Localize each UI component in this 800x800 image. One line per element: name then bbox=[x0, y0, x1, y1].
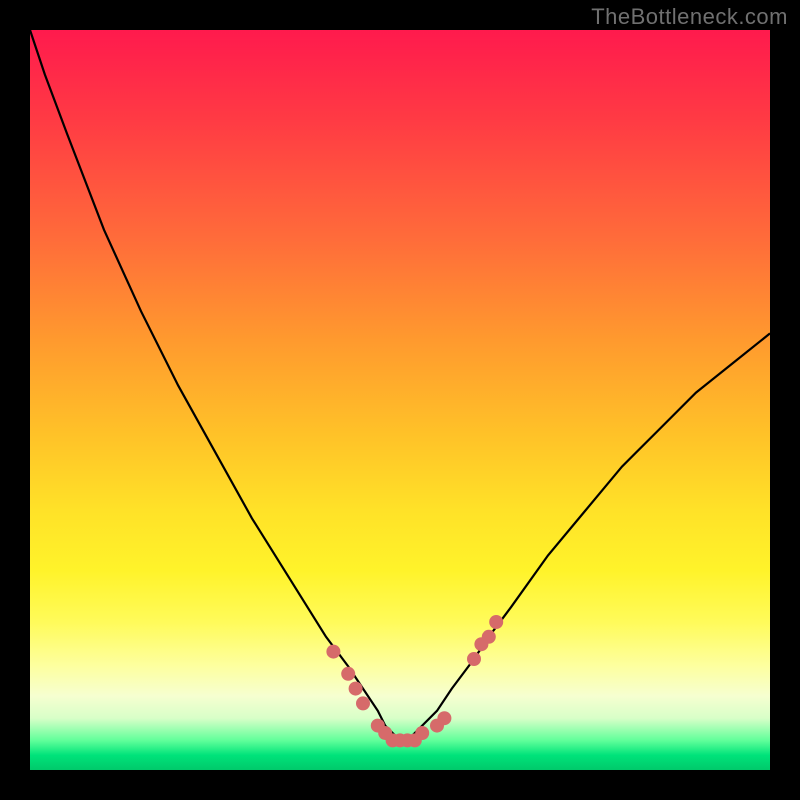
bottleneck-curve bbox=[30, 30, 770, 740]
watermark-text: TheBottleneck.com bbox=[591, 4, 788, 30]
marker-point bbox=[356, 696, 370, 710]
marker-point bbox=[489, 615, 503, 629]
marker-point bbox=[349, 682, 363, 696]
marker-point bbox=[326, 645, 340, 659]
marker-point bbox=[341, 667, 355, 681]
chart-frame: TheBottleneck.com bbox=[0, 0, 800, 800]
marker-point bbox=[437, 711, 451, 725]
plot-area bbox=[30, 30, 770, 770]
marker-point bbox=[467, 652, 481, 666]
highlighted-points bbox=[326, 615, 503, 747]
chart-svg bbox=[30, 30, 770, 770]
marker-point bbox=[482, 630, 496, 644]
marker-point bbox=[415, 726, 429, 740]
